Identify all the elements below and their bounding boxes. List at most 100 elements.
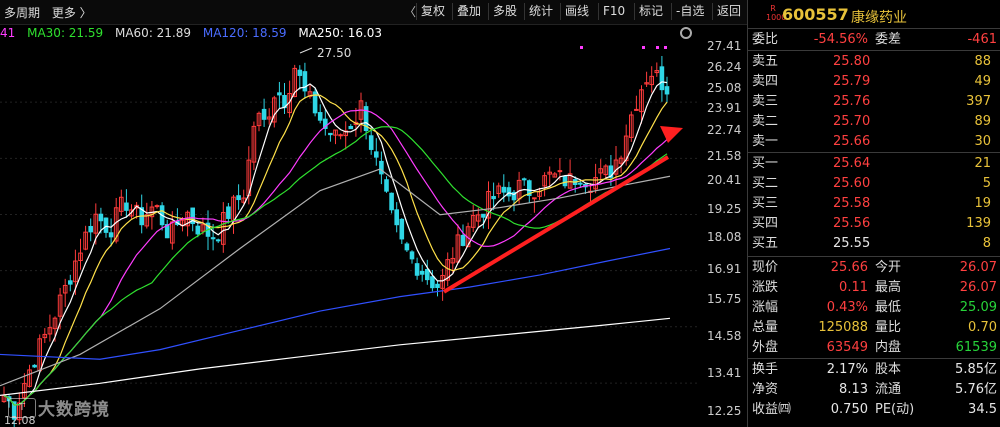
- candle-body: [481, 213, 486, 218]
- row-value: 2.17%: [826, 362, 868, 377]
- ask-row[interactable]: 卖二 25.70 89: [748, 112, 1000, 132]
- ma-legend-item: MA60: 21.89: [114, 26, 192, 40]
- ask-price: 25.79: [833, 74, 871, 89]
- candle-body: [634, 108, 639, 111]
- ask-price: 25.80: [833, 54, 871, 69]
- quote-stat-row[interactable]: 涨跌 0.11 最高 26.07: [748, 278, 1000, 298]
- draw-line-button[interactable]: 画线: [560, 3, 593, 20]
- bid-label: 买五: [752, 236, 779, 251]
- candle-body: [394, 209, 399, 226]
- more-menu[interactable]: 更多 〉: [52, 6, 92, 20]
- candle-body: [215, 239, 221, 242]
- candle-body: [277, 92, 282, 96]
- bid-price: 25.64: [833, 156, 871, 171]
- candle-body: [328, 132, 333, 136]
- row-label: 外盘: [752, 340, 779, 355]
- quote-stat-row[interactable]: 现价 25.66 今开 26.07: [748, 258, 1000, 278]
- row-label: 现价: [752, 260, 779, 275]
- price-tick-label: 22.74: [707, 123, 742, 137]
- candle-body: [154, 205, 160, 208]
- ask-row[interactable]: 卖四 25.79 49: [748, 72, 1000, 92]
- f10-button[interactable]: F10: [598, 3, 629, 20]
- candle-body: [414, 263, 420, 276]
- bid-row[interactable]: 买五 25.55 8: [748, 234, 1000, 254]
- row-value: 8.13: [839, 382, 868, 397]
- stock-code: 600557: [782, 5, 849, 24]
- row-label: 涨跌: [752, 280, 779, 295]
- candle-body: [302, 71, 308, 92]
- row-value: 61539: [955, 340, 997, 355]
- candle-body: [389, 192, 394, 211]
- row-label: 总量: [752, 320, 779, 335]
- row-value: 25.09: [959, 300, 997, 315]
- ma-legend-item: MA30: 21.59: [27, 26, 104, 40]
- r-badge-icon: R 1000: [766, 4, 787, 22]
- candle-body: [409, 251, 415, 260]
- quote-stat-row[interactable]: 总量 125088 量比 0.70: [748, 318, 1000, 338]
- candle-body: [348, 125, 354, 130]
- back-button[interactable]: 返回: [712, 3, 745, 20]
- ask-label: 卖二: [752, 114, 779, 129]
- stock-chart-window: 多周期 更多 〉 〈 复权 叠加 多股 统计 画线 F10 标记 -自选 返回 …: [0, 0, 1000, 427]
- toolbar-left: 多周期 更多 〉: [4, 4, 100, 21]
- candle-body: [236, 195, 241, 201]
- divider: [748, 152, 1000, 153]
- ma30-line: [3, 126, 668, 406]
- quote-stat-row[interactable]: 外盘 63549 内盘 61539: [748, 338, 1000, 358]
- bid-row[interactable]: 买四 25.56 139: [748, 214, 1000, 234]
- ask-price: 25.66: [833, 134, 871, 149]
- ask-label: 卖三: [752, 94, 779, 109]
- mark-button[interactable]: 标记: [634, 3, 667, 20]
- signal-marker: [664, 46, 667, 49]
- row-value: -54.56%: [813, 32, 868, 47]
- row-value: 0.750: [830, 402, 868, 417]
- row-value: 26.07: [959, 280, 997, 295]
- candle-body: [68, 280, 73, 285]
- row-label: 股本: [875, 362, 902, 377]
- candle-body: [435, 283, 440, 289]
- stock-name: 康缘药业: [851, 10, 907, 26]
- candle-body: [297, 69, 303, 76]
- ask-row[interactable]: 卖一 25.66 30: [748, 132, 1000, 152]
- candle-body: [460, 234, 466, 246]
- bid-row[interactable]: 买三 25.58 19: [748, 194, 1000, 214]
- candle-body: [557, 170, 563, 173]
- ask-row[interactable]: 卖三 25.76 397: [748, 92, 1000, 112]
- statistics-button[interactable]: 统计: [524, 3, 557, 20]
- bid-row[interactable]: 买一 25.64 21: [748, 154, 1000, 174]
- period-selector[interactable]: 多周期: [4, 6, 40, 20]
- row-value: 26.07: [959, 260, 997, 275]
- candle-body: [374, 151, 379, 158]
- watchlist-button[interactable]: -自选: [671, 3, 708, 20]
- row-label: 内盘: [875, 340, 902, 355]
- overlay-button[interactable]: 叠加: [452, 3, 485, 20]
- ma-legend-item: MA120: 18.59: [202, 26, 287, 40]
- fundamental-row[interactable]: 换手 2.17% 股本 5.85亿: [748, 360, 1000, 380]
- nav-left-icon[interactable]: 〈: [404, 3, 416, 20]
- fundamental-row[interactable]: 净资 8.13 流通 5.76亿: [748, 380, 1000, 400]
- row-label: 涨幅: [752, 300, 779, 315]
- candle-body: [108, 232, 114, 238]
- price-tick-label: 13.41: [707, 366, 742, 380]
- divider: [748, 50, 1000, 51]
- row-label: 净资: [752, 382, 779, 397]
- candle-body: [261, 108, 267, 120]
- candle-body: [103, 217, 109, 233]
- quote-panel: R 1000 600557 康缘药业 委比 -54.56% 委差 -461 卖五 25.80…: [747, 0, 1000, 427]
- order-ratio-row[interactable]: 委比 -54.56% 委差 -461: [748, 30, 1000, 50]
- candle-body: [425, 269, 430, 281]
- bid-row[interactable]: 买二 25.60 5: [748, 174, 1000, 194]
- fundamental-row[interactable]: 收益㈣ 0.750 PE(动) 34.5: [748, 400, 1000, 420]
- multi-stock-button[interactable]: 多股: [488, 3, 521, 20]
- signal-marker: [656, 46, 659, 49]
- row-value: 34.5: [968, 402, 997, 417]
- ask-volume: 30: [974, 134, 991, 149]
- ask-row[interactable]: 卖五 25.80 88: [748, 52, 1000, 72]
- settings-icon[interactable]: [680, 27, 692, 39]
- ask-volume: 397: [966, 94, 991, 109]
- candlestick-chart[interactable]: 27.50: [0, 40, 700, 427]
- candle-body: [491, 196, 496, 200]
- quote-stat-row[interactable]: 涨幅 0.43% 最低 25.09: [748, 298, 1000, 318]
- candle-body: [430, 276, 435, 289]
- fuquan-button[interactable]: 复权: [416, 3, 449, 20]
